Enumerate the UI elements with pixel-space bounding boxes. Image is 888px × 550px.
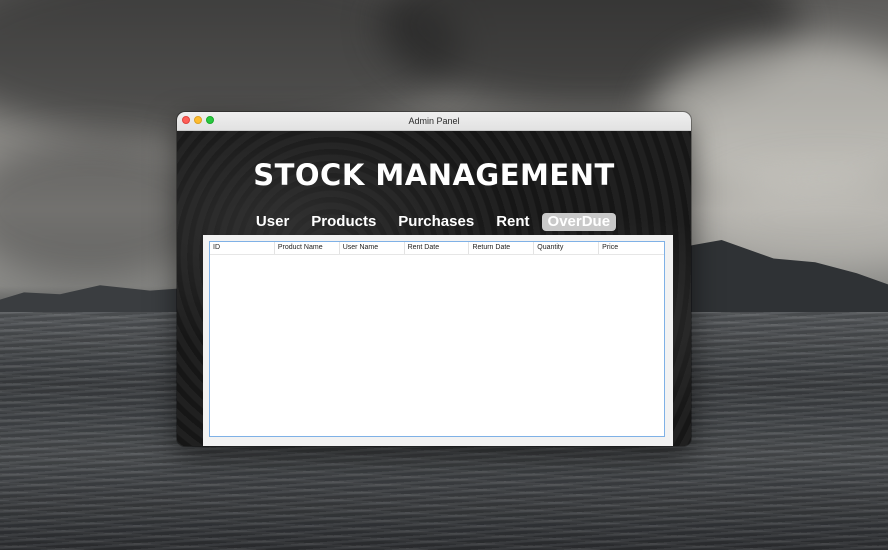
nav-item-overdue[interactable]: OverDue xyxy=(541,213,617,231)
nav-item-purchases[interactable]: Purchases xyxy=(394,213,478,231)
mountain xyxy=(0,285,200,314)
minimize-window-button[interactable] xyxy=(194,116,202,124)
column-header-quantity[interactable]: Quantity xyxy=(534,242,600,254)
nav-item-user[interactable]: User xyxy=(252,213,293,231)
column-header-product-name[interactable]: Product Name xyxy=(275,242,340,254)
window-controls xyxy=(182,116,214,124)
page-title: STOCK MANAGEMENT xyxy=(253,158,615,192)
table-header: ID Product Name User Name Rent Date Retu… xyxy=(210,242,664,255)
column-header-rent-date[interactable]: Rent Date xyxy=(405,242,470,254)
window-content: STOCK MANAGEMENT User Products Purchases… xyxy=(177,131,691,446)
window-title: Admin Panel xyxy=(408,116,460,126)
column-header-return-date[interactable]: Return Date xyxy=(469,242,535,254)
nav-item-products[interactable]: Products xyxy=(307,213,380,231)
desktop-background: Admin Panel STOCK MANAGEMENT User Produc… xyxy=(0,0,888,550)
admin-panel-window: Admin Panel STOCK MANAGEMENT User Produc… xyxy=(177,112,691,446)
column-header-id[interactable]: ID xyxy=(210,242,275,254)
table-panel: ID Product Name User Name Rent Date Retu… xyxy=(203,235,673,446)
column-header-price[interactable]: Price xyxy=(599,242,664,254)
main-nav: User Products Purchases Rent OverDue xyxy=(177,213,691,231)
overdue-table[interactable]: ID Product Name User Name Rent Date Retu… xyxy=(209,241,665,437)
close-window-button[interactable] xyxy=(182,116,190,124)
maximize-window-button[interactable] xyxy=(206,116,214,124)
column-header-user-name[interactable]: User Name xyxy=(340,242,405,254)
nav-item-rent[interactable]: Rent xyxy=(492,213,533,231)
window-titlebar[interactable]: Admin Panel xyxy=(177,112,691,131)
